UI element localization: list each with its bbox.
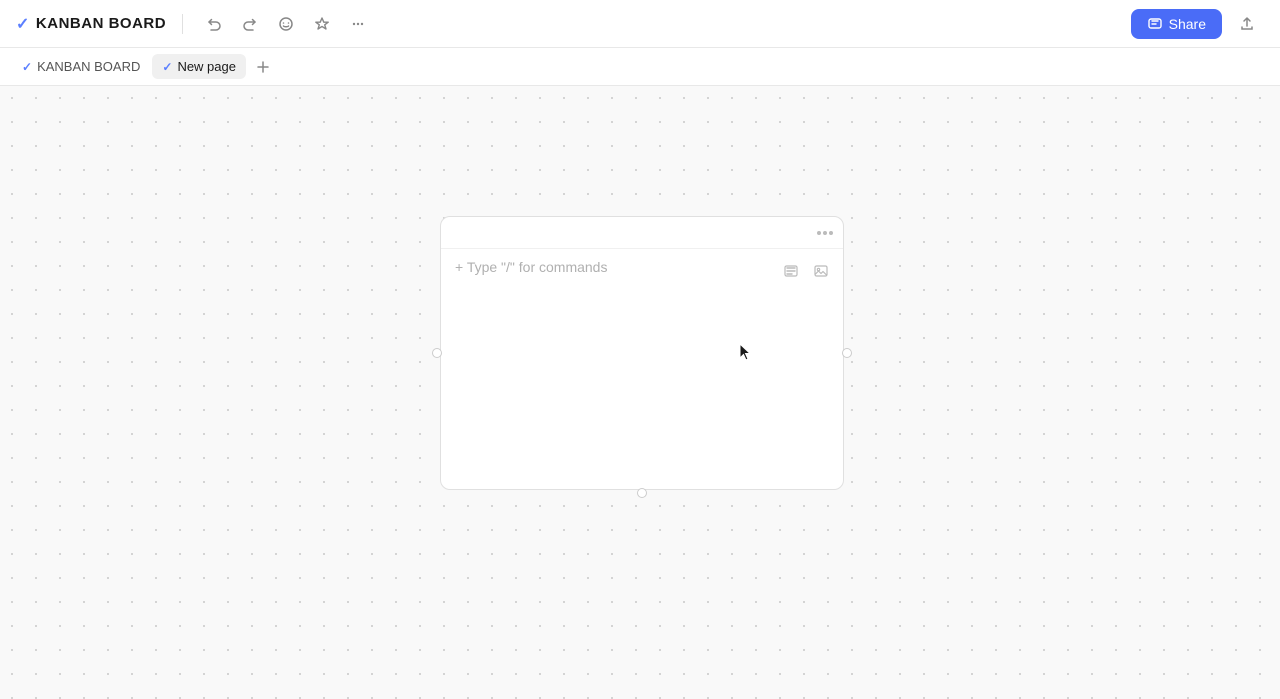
tab-new-page[interactable]: ✓ New page — [152, 54, 246, 79]
header-left: ✓ KANBAN BOARD — [16, 9, 373, 39]
card-image-button[interactable] — [809, 259, 833, 283]
list-icon — [783, 263, 799, 279]
redo-button[interactable] — [235, 9, 265, 39]
emoji-icon — [278, 16, 294, 32]
share-label: Share — [1169, 16, 1206, 32]
tab-kanban-board-label: KANBAN BOARD — [37, 59, 140, 74]
tab-bar: ✓ KANBAN BOARD ✓ New page — [0, 48, 1280, 86]
card-header — [441, 217, 843, 249]
star-button[interactable] — [307, 9, 337, 39]
resize-handle-left[interactable] — [432, 348, 442, 358]
title-text: KANBAN BOARD — [36, 15, 166, 32]
card-menu-icon[interactable] — [817, 231, 833, 235]
add-tab-button[interactable] — [250, 54, 276, 80]
card-wrapper: + Type "/" for commands — [440, 216, 844, 490]
card-actions — [779, 259, 833, 283]
share-icon — [1147, 16, 1163, 32]
placeholder-text: + Type "/" for commands — [455, 259, 607, 275]
resize-handle-bottom[interactable] — [637, 488, 647, 498]
add-tab-icon — [256, 60, 270, 74]
undo-icon — [206, 16, 222, 32]
emoji-button[interactable] — [271, 9, 301, 39]
canvas-area[interactable]: + Type "/" for commands — [0, 86, 1280, 699]
tab-new-page-label: New page — [177, 59, 236, 74]
redo-icon — [242, 16, 258, 32]
header-right: Share — [1131, 7, 1264, 41]
content-card: + Type "/" for commands — [440, 216, 844, 490]
app-header: ✓ KANBAN BOARD — [0, 0, 1280, 48]
image-icon — [813, 263, 829, 279]
tab-check-icon: ✓ — [22, 60, 32, 74]
more-button[interactable] — [343, 9, 373, 39]
undo-button[interactable] — [199, 9, 229, 39]
export-icon — [1239, 16, 1255, 32]
tab-kanban-board[interactable]: ✓ KANBAN BOARD — [12, 54, 150, 79]
more-icon — [350, 16, 366, 32]
card-body[interactable]: + Type "/" for commands — [441, 249, 843, 489]
share-button[interactable]: Share — [1131, 9, 1222, 39]
export-button[interactable] — [1230, 7, 1264, 41]
tab-new-page-check-icon: ✓ — [162, 60, 172, 74]
header-divider — [182, 14, 183, 34]
resize-handle-right[interactable] — [842, 348, 852, 358]
header-actions — [199, 9, 373, 39]
title-check-icon: ✓ — [16, 14, 30, 34]
app-title: ✓ KANBAN BOARD — [16, 14, 166, 34]
card-list-button[interactable] — [779, 259, 803, 283]
star-icon — [314, 16, 330, 32]
card-placeholder: + Type "/" for commands — [455, 259, 829, 275]
